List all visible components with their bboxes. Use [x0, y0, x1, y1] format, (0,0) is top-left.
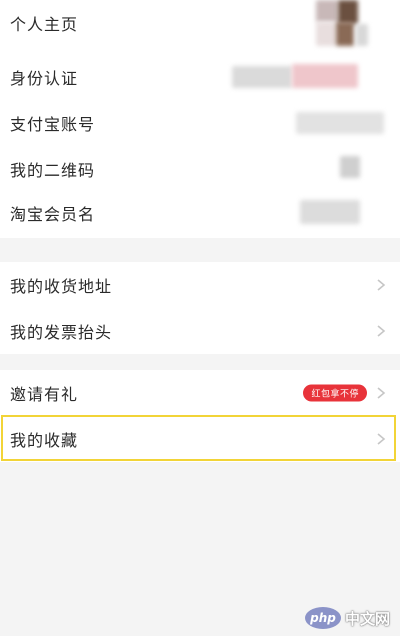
row-identity-verification[interactable]: 身份认证 — [0, 54, 400, 100]
site-watermark: php 中文网 — [304, 606, 390, 630]
row-taobao-member-name[interactable]: 淘宝会员名 — [0, 190, 400, 236]
chevron-right-icon — [374, 324, 388, 338]
avatar[interactable] — [312, 0, 368, 46]
address-section: 我的收货地址 我的发票抬头 — [0, 262, 400, 354]
qr-code-thumbnail — [340, 156, 360, 178]
row-label: 支付宝账号 — [10, 115, 96, 134]
row-label: 个人主页 — [10, 15, 79, 34]
row-label: 邀请有礼 — [10, 385, 79, 404]
chevron-right-icon — [374, 386, 388, 400]
row-label: 我的二维码 — [10, 161, 96, 180]
row-alipay-account[interactable]: 支付宝账号 — [0, 100, 400, 146]
row-personal-homepage[interactable]: 个人主页 — [0, 0, 400, 46]
chevron-right-icon — [374, 278, 388, 292]
row-my-favorites[interactable]: 我的收藏 — [0, 416, 400, 462]
redacted-value — [300, 200, 360, 224]
redacted-value — [292, 64, 358, 88]
row-label: 我的收货地址 — [10, 277, 113, 296]
chevron-right-icon — [374, 432, 388, 446]
row-label: 我的收藏 — [10, 431, 79, 450]
row-label: 我的发票抬头 — [10, 323, 113, 342]
profile-section: 个人主页 身份认证 支付宝账号 我的二维码 淘宝会员名 — [0, 0, 400, 238]
redacted-value — [232, 66, 292, 88]
promo-badge: 红包拿不停 — [303, 384, 367, 402]
row-shipping-address[interactable]: 我的收货地址 — [0, 262, 400, 308]
watermark-logo: php — [304, 607, 341, 629]
redacted-value — [296, 112, 384, 134]
misc-section: 邀请有礼 红包拿不停 我的收藏 — [0, 370, 400, 462]
row-invoice-title[interactable]: 我的发票抬头 — [0, 308, 400, 354]
row-label: 淘宝会员名 — [10, 205, 96, 224]
row-my-qr-code[interactable]: 我的二维码 — [0, 146, 400, 192]
row-label: 身份认证 — [10, 69, 79, 88]
row-invite-gift[interactable]: 邀请有礼 红包拿不停 — [0, 370, 400, 416]
watermark-text: 中文网 — [344, 609, 390, 628]
